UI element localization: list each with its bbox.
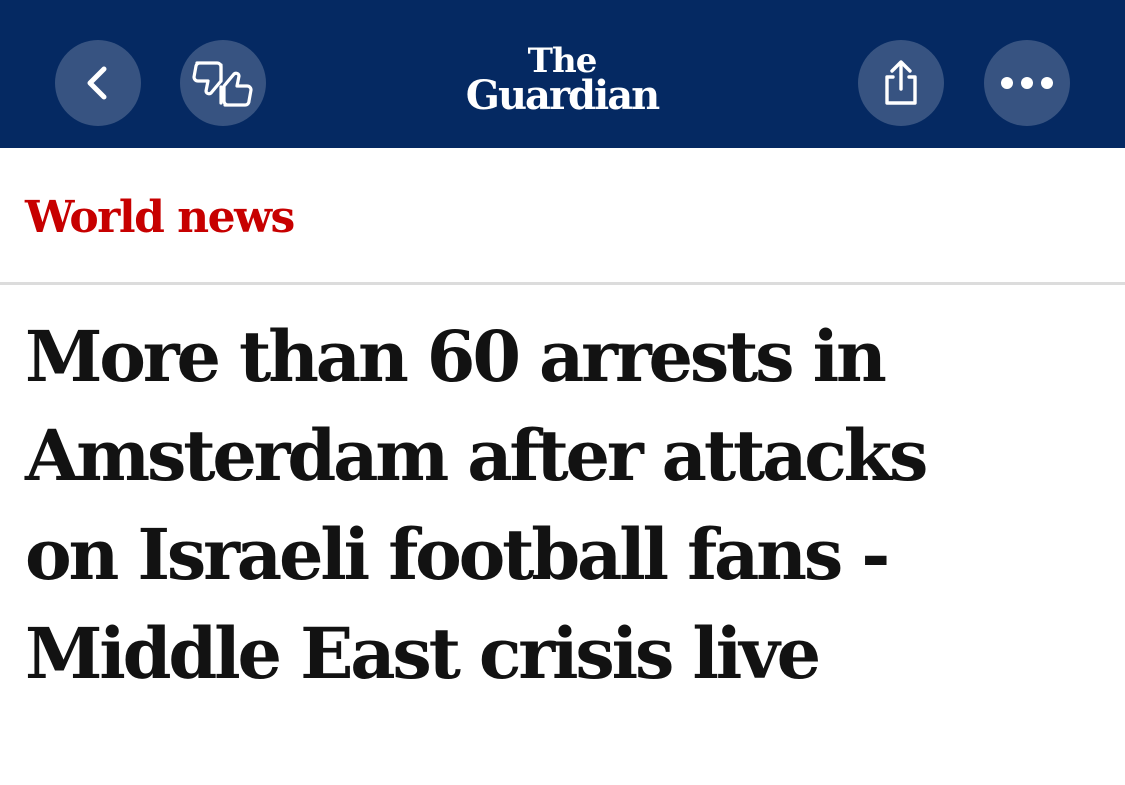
top-navigation-bar: The Guardian [0,0,1125,148]
chevron-left-icon [87,66,107,100]
more-options-button[interactable] [984,40,1070,126]
article-screen: The Guardian World news More than 60 arr… [0,0,1125,785]
guardian-logo: The Guardian [456,44,668,119]
feedback-button[interactable] [180,40,266,126]
headline-line: Amsterdam after attacks [25,414,928,497]
divider [0,282,1125,285]
more-horizontal-icon [1001,77,1053,89]
headline-line: More than 60 arrests in [25,315,887,398]
back-button[interactable] [55,40,141,126]
share-button[interactable] [858,40,944,126]
thumbs-up-down-icon [192,61,253,107]
logo-guardian-text: Guardian [465,72,660,119]
article-headline: More than 60 arrests in Amsterdam after … [25,307,1115,703]
headline-line: on Israeli football fans - [25,513,890,596]
headline-line: Middle East crisis live [25,612,821,695]
share-icon [885,60,917,105]
section-label[interactable]: World news [25,188,295,248]
